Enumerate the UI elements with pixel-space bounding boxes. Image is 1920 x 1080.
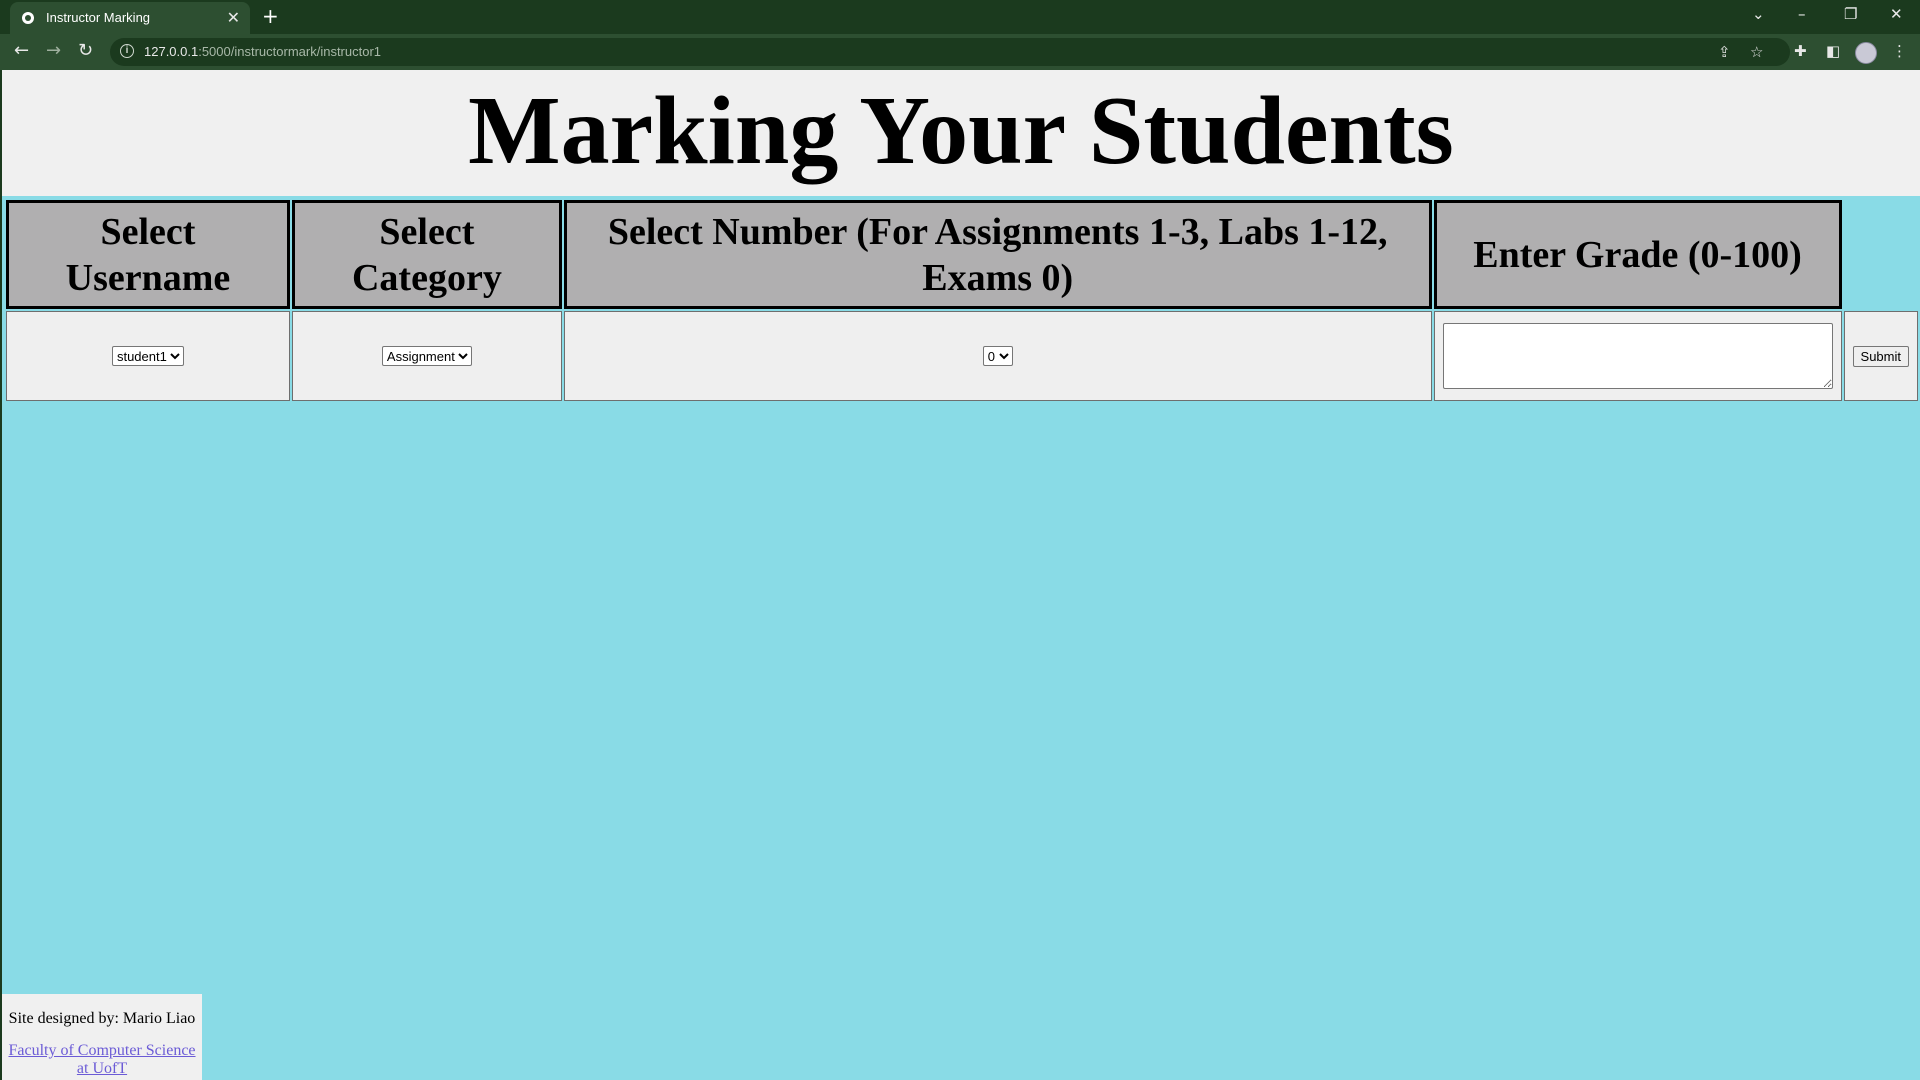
page-title: Marking Your Students <box>468 77 1454 185</box>
tab-title: Instructor Marking <box>46 10 151 25</box>
bookmark-star-icon[interactable]: ☆ <box>1750 43 1763 61</box>
menu-kebab-icon[interactable]: ⋮ <box>1892 42 1907 60</box>
address-bar[interactable]: i 127.0.0.1:5000/instructormark/instruct… <box>110 38 1790 66</box>
table-header-row: Select Username Select Category Select N… <box>6 200 1918 309</box>
marking-table: Select Username Select Category Select N… <box>4 198 1920 403</box>
table-row: student1 Assignment 0 Submit <box>6 311 1918 401</box>
category-cell: Assignment <box>291 311 562 401</box>
username-select[interactable]: student1 <box>111 346 184 366</box>
page-viewport: Marking Your Students Select Username Se… <box>0 70 1920 1080</box>
url-text[interactable]: 127.0.0.1:5000/instructormark/instructor… <box>144 44 381 59</box>
site-info-icon[interactable]: i <box>120 44 134 58</box>
browser-toolbar: ← → ↻ i 127.0.0.1:5000/instructormark/in… <box>0 34 1920 70</box>
restore-icon[interactable]: ❐ <box>1844 5 1857 23</box>
browser-tab[interactable]: Instructor Marking ✕ <box>10 2 250 34</box>
number-select[interactable]: 0 <box>982 346 1013 366</box>
faculty-link[interactable]: Faculty of Computer Science at UofT <box>2 1042 202 1078</box>
forward-arrow-icon[interactable]: → <box>46 40 61 61</box>
submit-cell: Submit <box>1843 311 1918 401</box>
profile-avatar[interactable] <box>1855 42 1877 64</box>
grade-cell <box>1433 311 1842 401</box>
category-select[interactable]: Assignment <box>381 346 472 366</box>
column-header-category: Select Category <box>291 200 562 309</box>
footer-credit: Site designed by: Mario Liao <box>8 1010 196 1027</box>
minimize-icon[interactable]: – <box>1798 5 1806 23</box>
extensions-puzzle-icon[interactable]: ✚ <box>1794 42 1807 60</box>
side-panel-icon[interactable]: ◧ <box>1826 42 1840 60</box>
grade-input[interactable] <box>1442 323 1833 389</box>
username-cell: student1 <box>6 311 290 401</box>
browser-titlebar: Instructor Marking ✕ + ⌄ – ❐ ✕ <box>0 0 1920 34</box>
submit-button[interactable]: Submit <box>1852 345 1909 367</box>
close-window-icon[interactable]: ✕ <box>1890 5 1903 23</box>
back-arrow-icon[interactable]: ← <box>14 40 29 61</box>
number-cell: 0 <box>563 311 1432 401</box>
site-footer: Site designed by: Mario Liao Faculty of … <box>2 994 202 1080</box>
page-header: Marking Your Students <box>2 70 1920 196</box>
site-favicon-icon <box>22 12 34 24</box>
tab-search-icon[interactable]: ⌄ <box>1752 5 1765 23</box>
column-header-grade: Enter Grade (0-100) <box>1433 200 1842 309</box>
reload-icon[interactable]: ↻ <box>78 40 93 61</box>
column-header-number: Select Number (For Assignments 1-3, Labs… <box>563 200 1432 309</box>
column-header-username: Select Username <box>6 200 290 309</box>
tab-close-icon[interactable]: ✕ <box>227 8 240 28</box>
url-host: 127.0.0.1 <box>144 44 199 59</box>
new-tab-button[interactable]: + <box>262 4 279 28</box>
share-icon[interactable]: ⇪ <box>1718 43 1731 61</box>
url-path: :5000/instructormark/instructor1 <box>198 44 382 59</box>
